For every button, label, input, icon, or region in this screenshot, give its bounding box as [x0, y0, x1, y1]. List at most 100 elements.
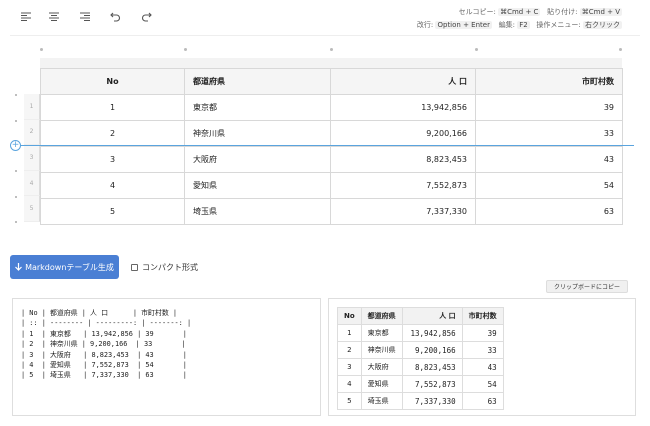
generate-markdown-button[interactable]: Markdownテーブル生成 [10, 255, 119, 279]
preview-cell: 2 [337, 341, 362, 359]
table-cell[interactable]: 8,823,453 [330, 146, 476, 173]
row-handle[interactable] [15, 94, 17, 96]
column-handle[interactable] [40, 48, 43, 51]
row-handle[interactable] [15, 170, 17, 172]
menu-shortcut-key: 右クリック [583, 21, 622, 29]
preview-cell: 54 [461, 375, 504, 393]
table-cell[interactable]: 39 [475, 94, 623, 121]
markdown-output-text[interactable]: | No | 都道府県 | 人 口 | 市町村数 | | :: | ------… [21, 308, 191, 381]
preview-row: 4 愛知県 7,552,873 54 [337, 375, 504, 393]
table-cell[interactable]: 2 [40, 120, 185, 147]
edit-shortcut-key: F2 [517, 21, 530, 29]
header-cell-municipalities[interactable]: 市町村数 [475, 68, 623, 95]
table-cell[interactable]: 埼玉県 [184, 198, 331, 225]
preview-row: 5 埼玉県 7,337,330 63 [337, 392, 504, 410]
paste-shortcut-key: ⌘Cmd + V [579, 8, 622, 16]
row-handle[interactable] [15, 221, 17, 223]
preview-row: 3 大阪府 8,823,453 43 [337, 358, 504, 376]
preview-cell: 埼玉県 [360, 392, 403, 410]
table-cell[interactable]: 東京都 [184, 94, 331, 121]
preview-cell: 13,942,856 [401, 324, 463, 342]
table-cell[interactable]: 7,552,873 [330, 172, 476, 199]
preview-cell: 3 [337, 358, 362, 376]
preview-pane: No 都道府県 人 口 市町村数 1 東京都 13,942,856 39 2 神… [328, 298, 636, 416]
copy-to-clipboard-button[interactable]: クリップボードにコピー [546, 280, 628, 293]
column-handle[interactable] [475, 48, 478, 51]
align-center-icon[interactable] [45, 8, 63, 24]
preview-row: 2 神奈川県 9,200,166 33 [337, 341, 504, 359]
table-cell[interactable]: 4 [40, 172, 185, 199]
preview-cell: 33 [461, 341, 504, 359]
preview-cell: 63 [461, 392, 504, 410]
toolbar: セルコピー: ⌘Cmd + C 貼り付け: ⌘Cmd + V 改行: Optio… [0, 0, 650, 36]
redo-icon[interactable] [137, 8, 155, 24]
table-cell[interactable]: 神奈川県 [184, 120, 331, 147]
row-number[interactable]: 3 [24, 145, 40, 171]
compact-format-label: コンパクト形式 [142, 263, 198, 272]
align-left-icon[interactable] [17, 8, 35, 24]
paste-shortcut-label: 貼り付け: [547, 8, 578, 16]
table-cell[interactable]: 5 [40, 198, 185, 225]
table-cell[interactable]: 54 [475, 172, 623, 199]
preview-cell: 7,337,330 [401, 392, 463, 410]
row-number[interactable]: 1 [24, 94, 40, 120]
table-row: 2 神奈川県 9,200,166 33 [40, 120, 623, 147]
row-handle[interactable] [15, 120, 17, 122]
table-cell[interactable]: 43 [475, 146, 623, 173]
table-cell[interactable]: 33 [475, 120, 623, 147]
table-row: 3 大阪府 8,823,453 43 [40, 146, 623, 173]
newline-shortcut-label: 改行: [416, 21, 434, 29]
column-handle[interactable] [184, 48, 187, 51]
column-handle[interactable] [619, 48, 622, 51]
header-cell-no[interactable]: No [40, 68, 185, 95]
table-header-row: No 都道府県 人 口 市町村数 [40, 68, 623, 95]
preview-table: No 都道府県 人 口 市町村数 1 東京都 13,942,856 39 2 神… [337, 307, 504, 410]
table-cell[interactable]: 3 [40, 146, 185, 173]
preview-cell: 9,200,166 [401, 341, 463, 359]
copy-shortcut-key: ⌘Cmd + C [498, 8, 541, 16]
generate-markdown-label: Markdownテーブル生成 [25, 262, 114, 272]
preview-cell: 5 [337, 392, 362, 410]
preview-header-cell: 人 口 [401, 307, 463, 325]
preview-cell: 大阪府 [360, 358, 403, 376]
table-cell[interactable]: 13,942,856 [330, 94, 476, 121]
preview-header-cell: 都道府県 [360, 307, 403, 325]
table-cell[interactable]: 愛知県 [184, 172, 331, 199]
row-number[interactable]: 5 [24, 196, 40, 222]
compact-format-option[interactable]: コンパクト形式 [131, 262, 198, 273]
header-cell-prefecture[interactable]: 都道府県 [184, 68, 331, 95]
menu-shortcut-label: 操作メニュー: [536, 21, 581, 29]
preview-cell: 愛知県 [360, 375, 403, 393]
row-number[interactable]: 2 [24, 119, 40, 146]
column-handles [40, 48, 622, 54]
preview-cell: 1 [337, 324, 362, 342]
toolbar-divider [10, 35, 640, 36]
preview-row: 1 東京都 13,942,856 39 [337, 324, 504, 342]
table-row: 4 愛知県 7,552,873 54 [40, 172, 623, 199]
edit-shortcut-label: 編集: [498, 21, 515, 29]
table-cell[interactable]: 7,337,330 [330, 198, 476, 225]
table-cell[interactable]: 大阪府 [184, 146, 331, 173]
newline-shortcut-key: Option + Enter [435, 21, 492, 29]
shortcut-hints: セルコピー: ⌘Cmd + C 貼り付け: ⌘Cmd + V 改行: Optio… [417, 6, 622, 32]
arrow-down-icon [15, 263, 23, 271]
preview-header-cell: 市町村数 [461, 307, 504, 325]
table-row: 5 埼玉県 7,337,330 63 [40, 198, 623, 225]
preview-cell: 8,823,453 [401, 358, 463, 376]
row-number[interactable]: 4 [24, 170, 40, 197]
table-cell[interactable]: 63 [475, 198, 623, 225]
row-handle[interactable] [15, 196, 17, 198]
table-cell[interactable]: 1 [40, 94, 185, 121]
header-cell-population[interactable]: 人 口 [330, 68, 476, 95]
markdown-output-pane[interactable]: | No | 都道府県 | 人 口 | 市町村数 | | :: | ------… [12, 298, 321, 416]
insert-row-plus-icon[interactable]: + [10, 140, 21, 151]
align-right-icon[interactable] [76, 8, 94, 24]
table-cell[interactable]: 9,200,166 [330, 120, 476, 147]
preview-cell: 4 [337, 375, 362, 393]
undo-icon[interactable] [106, 8, 124, 24]
column-handle[interactable] [330, 48, 333, 51]
copy-shortcut-label: セルコピー: [458, 8, 496, 16]
preview-cell: 43 [461, 358, 504, 376]
preview-header-row: No 都道府県 人 口 市町村数 [337, 307, 504, 325]
compact-format-checkbox[interactable] [131, 264, 138, 271]
